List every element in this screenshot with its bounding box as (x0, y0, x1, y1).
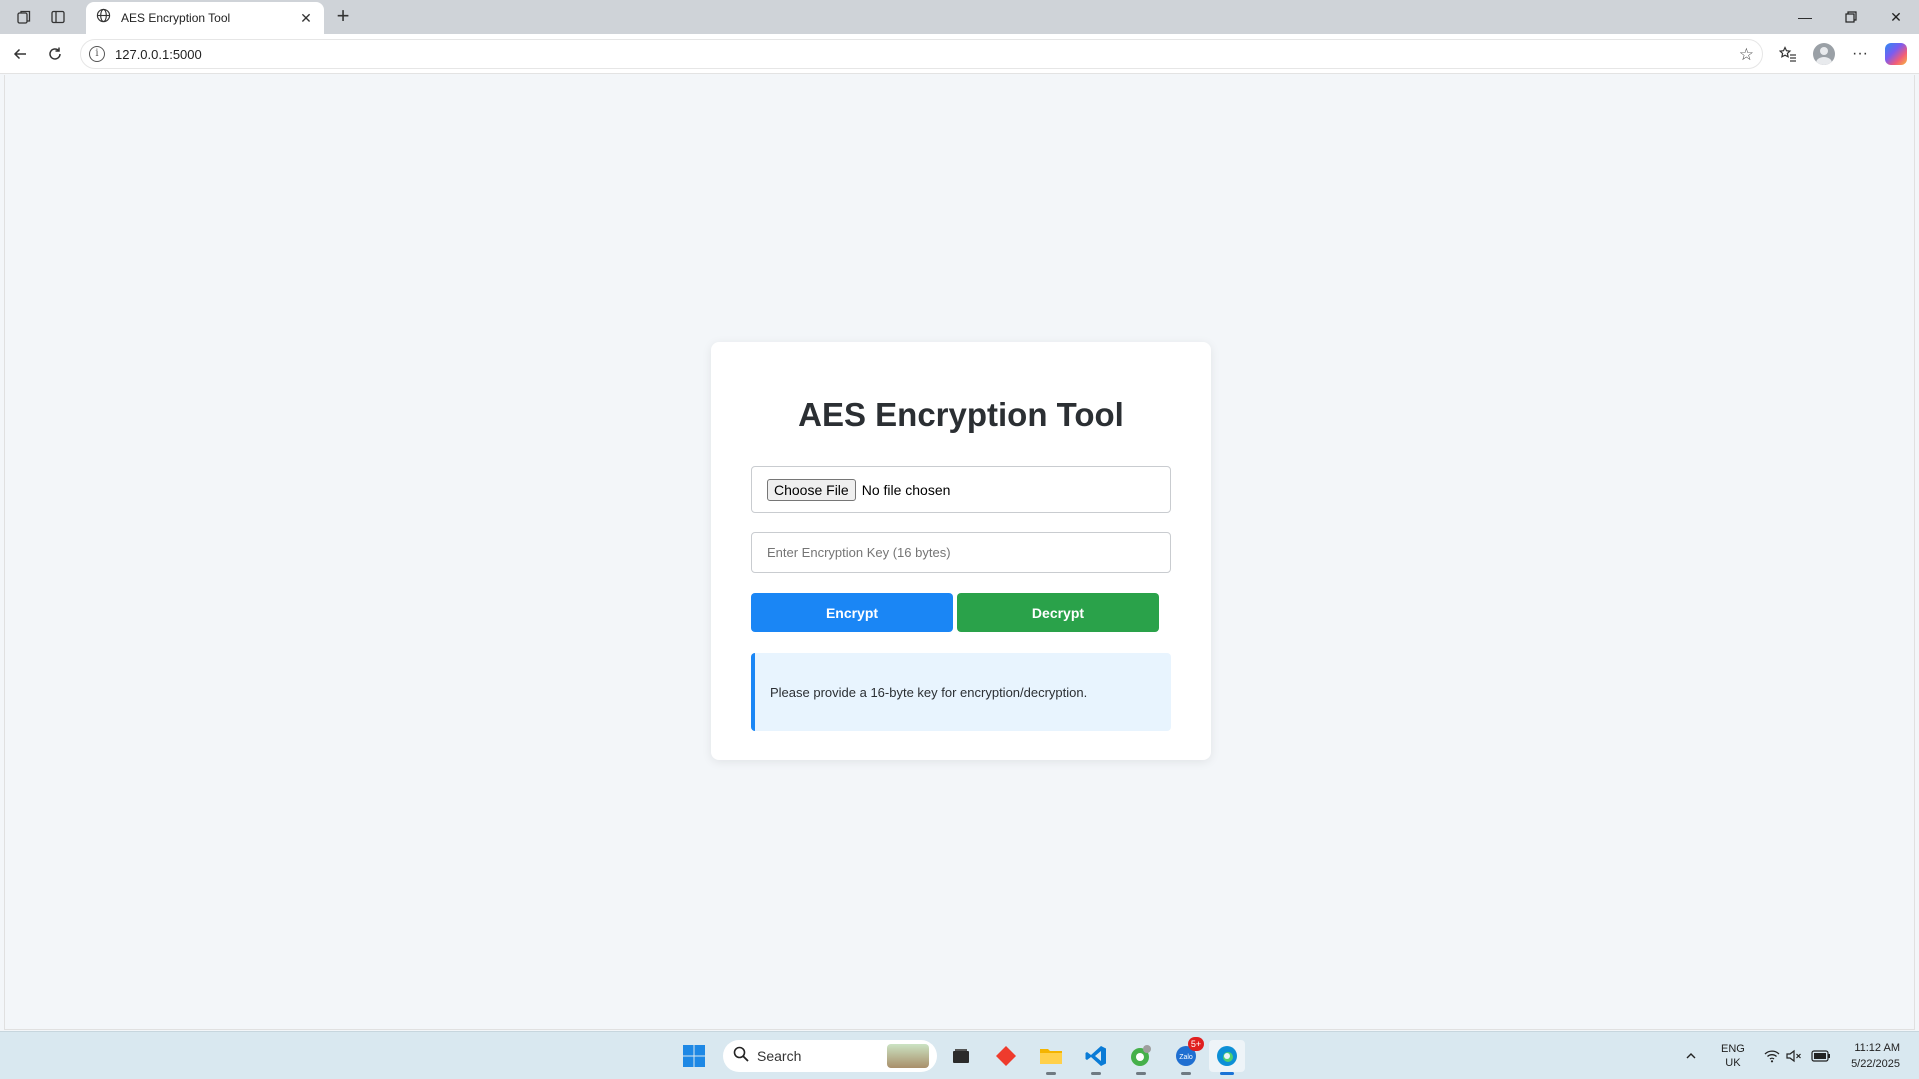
file-input[interactable]: Choose File No file chosen (751, 466, 1171, 513)
close-tab-icon[interactable]: ✕ (298, 10, 314, 27)
browser-tab[interactable]: AES Encryption Tool ✕ (86, 2, 324, 34)
navigation-bar: i 127.0.0.1:5000 ☆ ··· (0, 34, 1919, 74)
tab-title: AES Encryption Tool (121, 11, 231, 25)
clock-date: 5/22/2025 (1851, 1058, 1900, 1070)
choose-file-button[interactable]: Choose File (767, 478, 856, 501)
taskbar: Search Zalo 5+ ENG UK 11:12 AM 5/22/2025 (0, 1031, 1919, 1079)
close-window-icon[interactable]: ✕ (1873, 0, 1919, 34)
restore-icon[interactable] (1828, 0, 1874, 34)
language-indicator[interactable]: ENG UK (1721, 1032, 1745, 1079)
search-icon (733, 1046, 749, 1067)
site-info-icon[interactable]: i (89, 46, 105, 62)
file-status: No file chosen (861, 481, 951, 498)
vscode-icon[interactable] (1080, 1040, 1112, 1075)
encrypt-button[interactable]: Encrypt (751, 593, 953, 632)
favorite-star-icon[interactable]: ☆ (1739, 45, 1754, 65)
new-tab-icon[interactable]: + (330, 4, 356, 30)
address-bar[interactable]: i 127.0.0.1:5000 ☆ (80, 39, 1763, 69)
windows-start-icon[interactable] (678, 1040, 710, 1072)
speaker-muted-icon[interactable] (1786, 1032, 1802, 1079)
back-icon[interactable] (8, 42, 32, 66)
task-view-icon[interactable] (945, 1040, 977, 1072)
url-text: 127.0.0.1:5000 (115, 46, 202, 62)
mail-app-icon[interactable]: Zalo 5+ (1170, 1037, 1204, 1075)
favorites-icon[interactable] (1775, 42, 1801, 66)
page-title: AES Encryption Tool (798, 396, 1124, 433)
globe-icon (96, 8, 111, 28)
language-region: UK (1725, 1057, 1741, 1069)
workspaces-icon[interactable] (10, 6, 38, 28)
minimize-icon[interactable]: — (1782, 0, 1828, 34)
decrypt-button[interactable]: Decrypt (957, 593, 1159, 632)
search-highlight-image (887, 1044, 929, 1068)
tab-bar: AES Encryption Tool ✕ + — ✕ (0, 0, 1919, 34)
profile-avatar[interactable] (1811, 42, 1837, 66)
system-clock[interactable]: 11:12 AM 5/22/2025 (1844, 1032, 1900, 1079)
notification-badge: 5+ (1188, 1037, 1204, 1051)
wifi-icon[interactable] (1764, 1032, 1780, 1079)
page-viewport: AES Encryption Tool Choose File No file … (4, 75, 1915, 1030)
info-message: Please provide a 16-byte key for encrypt… (751, 653, 1171, 731)
clock-time: 11:12 AM (1854, 1042, 1900, 1054)
language-code: ENG (1721, 1043, 1745, 1055)
taskbar-search[interactable]: Search (723, 1040, 937, 1072)
show-hidden-icons[interactable] (1685, 1032, 1697, 1079)
encryption-card: AES Encryption Tool Choose File No file … (711, 342, 1211, 760)
encryption-key-input[interactable] (751, 532, 1171, 573)
refresh-icon[interactable] (43, 42, 67, 66)
info-message-text: Please provide a 16-byte key for encrypt… (770, 684, 1088, 700)
more-options-icon[interactable]: ··· (1847, 42, 1873, 66)
app-diamond-icon[interactable] (990, 1040, 1022, 1072)
search-label: Search (757, 1048, 802, 1064)
copilot-icon[interactable] (1883, 42, 1909, 66)
edge-browser-icon[interactable] (1209, 1040, 1245, 1075)
chat-app-icon[interactable] (1125, 1040, 1157, 1075)
battery-icon[interactable] (1811, 1032, 1831, 1079)
tab-actions-icon[interactable] (44, 6, 72, 28)
svg-text:Zalo: Zalo (1179, 1054, 1193, 1061)
file-explorer-icon[interactable] (1035, 1040, 1067, 1075)
